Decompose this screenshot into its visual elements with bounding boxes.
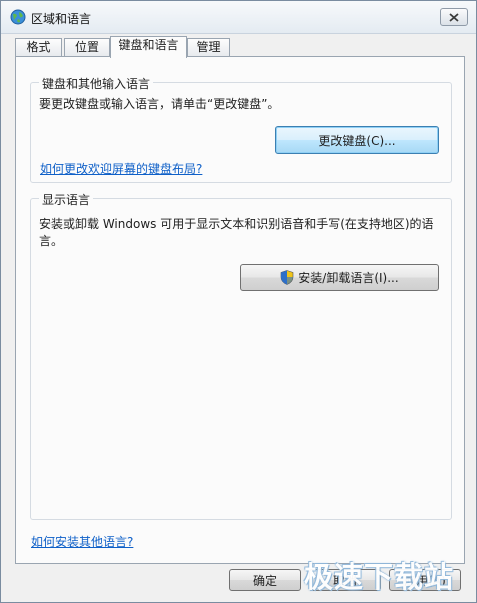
change-keyboard-button[interactable]: 更改键盘(C)... [275,126,439,154]
close-button[interactable] [440,8,468,26]
title-bar[interactable]: 区域和语言 [1,1,476,34]
install-other-languages-link[interactable]: 如何安装其他语言? [31,533,133,550]
display-language-group: 显示语言 安装或卸载 Windows 可用于显示文本和识别语音和手写(在支持地区… [30,191,452,520]
close-icon [449,12,459,22]
window-title: 区域和语言 [31,12,92,26]
tab-panel: 键盘和其他输入语言 要更改键盘或输入语言，请单击“更改键盘”。 更改键盘(C).… [15,56,465,564]
keyboard-group-label: 键盘和其他输入语言 [39,75,154,92]
ok-button[interactable]: 确定 [229,569,301,591]
display-language-description-2: 言。 [39,234,64,248]
keyboard-group: 键盘和其他输入语言 要更改键盘或输入语言，请单击“更改键盘”。 更改键盘(C).… [30,75,452,183]
region-language-dialog: 区域和语言 格式 位置 键盘和语言 管理 键盘和其他输入语言 要更改键盘或输入语… [0,0,477,603]
install-uninstall-languages-label: 安装/卸载语言(I)... [298,271,399,285]
keyboard-description: 要更改键盘或输入语言，请单击“更改键盘”。 [39,97,280,111]
uac-shield-icon [280,270,294,285]
display-language-group-label: 显示语言 [39,191,94,208]
tab-location[interactable]: 位置 [64,38,110,57]
tab-administrative[interactable]: 管理 [187,38,230,57]
install-uninstall-languages-button[interactable]: 安装/卸载语言(I)... [240,264,439,291]
ok-label: 确定 [252,573,277,588]
tab-strip: 格式 位置 键盘和语言 管理 [15,36,465,58]
display-language-description-1: 安装或卸载 Windows 可用于显示文本和识别语音和手写(在支持地区)的语 [39,217,434,231]
change-keyboard-label: 更改键盘(C)... [318,133,396,148]
tab-keyboards-languages[interactable]: 键盘和语言 [110,36,187,58]
site-watermark: 极速下载站 [304,560,455,594]
tab-formats[interactable]: 格式 [15,38,62,57]
globe-icon [10,9,26,25]
welcome-keyboard-layout-link[interactable]: 如何更改欢迎屏幕的键盘布局? [40,160,202,177]
